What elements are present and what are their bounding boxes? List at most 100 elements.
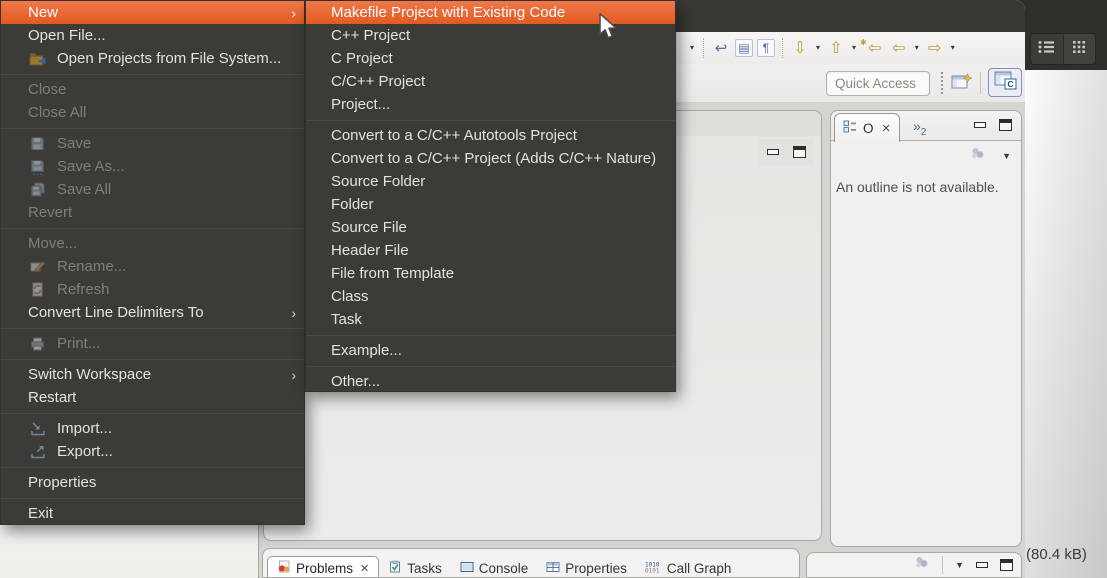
menu-item-exit[interactable]: Exit bbox=[1, 502, 304, 525]
menu-item-save-all[interactable]: Save All bbox=[1, 178, 304, 201]
menu-item-close-all[interactable]: Close All bbox=[1, 101, 304, 124]
maximize-icon[interactable] bbox=[1000, 559, 1013, 571]
menu-item-switch-workspace[interactable]: Switch Workspace › bbox=[1, 363, 304, 386]
submenu-item-c-cpp-project[interactable]: C/C++ Project bbox=[306, 70, 675, 93]
page-background bbox=[1025, 70, 1107, 578]
dropdown-caret-icon[interactable]: ▾ bbox=[686, 43, 698, 52]
menu-item-export[interactable]: Export... bbox=[1, 440, 304, 463]
submenu-item-project[interactable]: Project... bbox=[306, 93, 675, 116]
previous-annotation-icon[interactable]: ⇧ bbox=[826, 37, 846, 58]
cpp-perspective-button[interactable]: C bbox=[988, 68, 1022, 97]
svg-text:0101: 0101 bbox=[645, 568, 660, 574]
close-icon[interactable]: ✕ bbox=[882, 122, 891, 135]
menu-item-close[interactable]: Close bbox=[1, 78, 304, 101]
properties-icon bbox=[546, 561, 560, 576]
toolbar-drag-handle[interactable] bbox=[941, 72, 943, 94]
block-selection-icon[interactable]: ▤ bbox=[735, 39, 753, 57]
outline-icon bbox=[843, 120, 857, 136]
tasks-icon bbox=[388, 560, 402, 576]
export-icon bbox=[29, 444, 46, 460]
menu-item-new[interactable]: New › bbox=[1, 1, 304, 24]
menu-item-refresh[interactable]: Refresh bbox=[1, 278, 304, 301]
grid-view-button[interactable] bbox=[1063, 34, 1096, 64]
tab-label: Console bbox=[479, 561, 529, 576]
toolbar-separator bbox=[980, 72, 981, 94]
submenu-item-file-from-template[interactable]: File from Template bbox=[306, 262, 675, 285]
submenu-item-class[interactable]: Class bbox=[306, 285, 675, 308]
menu-separator bbox=[1, 498, 304, 499]
view-menu-icon[interactable]: ▼ bbox=[1002, 151, 1011, 161]
tab-problems[interactable]: Problems ✕ bbox=[267, 556, 379, 578]
menu-item-save[interactable]: Save bbox=[1, 132, 304, 155]
back-icon[interactable]: ⇦ bbox=[889, 37, 909, 58]
menu-item-import[interactable]: Import... bbox=[1, 417, 304, 440]
save-icon bbox=[29, 136, 46, 152]
tab-call-graph[interactable]: 10100101 Call Graph bbox=[636, 558, 741, 578]
more-views-indicator[interactable]: »2 bbox=[913, 118, 926, 138]
menu-item-save-as[interactable]: Save As... bbox=[1, 155, 304, 178]
submenu-item-convert-c-cpp[interactable]: Convert to a C/C++ Project (Adds C/C++ N… bbox=[306, 147, 675, 170]
forward-icon[interactable]: ⇨ bbox=[925, 37, 945, 58]
tab-properties[interactable]: Properties bbox=[537, 558, 636, 578]
word-wrap-icon[interactable]: ↩ bbox=[711, 37, 731, 58]
submenu-item-c-project[interactable]: C Project bbox=[306, 47, 675, 70]
submenu-item-folder[interactable]: Folder bbox=[306, 193, 675, 216]
menu-separator bbox=[1, 128, 304, 129]
maximize-icon[interactable] bbox=[793, 146, 806, 158]
quick-access-field[interactable]: Quick Access bbox=[826, 71, 930, 96]
list-view-button[interactable] bbox=[1031, 34, 1063, 64]
submenu-item-other[interactable]: Other... bbox=[306, 370, 675, 392]
open-perspective-icon bbox=[951, 79, 973, 96]
show-whitespace-icon[interactable]: ¶ bbox=[757, 39, 775, 57]
submenu-arrow-icon: › bbox=[291, 305, 296, 321]
minimize-icon[interactable] bbox=[976, 562, 988, 568]
open-perspective-button[interactable] bbox=[951, 73, 973, 97]
last-edit-location-icon[interactable]: ⇦ bbox=[865, 37, 885, 58]
menu-item-open-file[interactable]: Open File... bbox=[1, 24, 304, 47]
submenu-item-task[interactable]: Task bbox=[306, 308, 675, 331]
secondary-bottom-view: ▼ bbox=[806, 552, 1022, 578]
menu-item-restart[interactable]: Restart bbox=[1, 386, 304, 409]
screen: (80.4 kB) ▾ ↩ ▤ ¶ ⇩ ▾ ⇧ ▾ ✱ ⇦ ⇦ ▾ ⇨ ▾ bbox=[0, 0, 1107, 578]
tab-tasks[interactable]: Tasks bbox=[379, 557, 451, 578]
link-with-editor-icon[interactable] bbox=[969, 147, 986, 165]
menu-item-rename[interactable]: Rename... bbox=[1, 255, 304, 278]
minimize-icon[interactable] bbox=[974, 122, 986, 128]
submenu-item-header-file[interactable]: Header File bbox=[306, 239, 675, 262]
menu-separator bbox=[306, 366, 675, 367]
menu-item-open-projects[interactable]: Open Projects from File System... bbox=[1, 47, 304, 70]
menu-item-properties[interactable]: Properties bbox=[1, 471, 304, 494]
menu-item-revert[interactable]: Revert bbox=[1, 201, 304, 224]
tab-label: Problems bbox=[296, 561, 353, 576]
dropdown-caret-icon[interactable]: ▾ bbox=[911, 43, 923, 52]
dropdown-caret-icon[interactable]: ▾ bbox=[848, 43, 860, 52]
submenu-item-convert-autotools[interactable]: Convert to a C/C++ Autotools Project bbox=[306, 124, 675, 147]
submenu-item-source-folder[interactable]: Source Folder bbox=[306, 170, 675, 193]
close-icon[interactable]: ✕ bbox=[360, 562, 369, 575]
view-menu-icon[interactable]: ▼ bbox=[955, 560, 964, 570]
dropdown-caret-icon[interactable]: ▾ bbox=[947, 43, 959, 52]
bottom-tab-bar: Problems ✕ Tasks Console bbox=[263, 549, 799, 578]
outline-toolbar: ▼ bbox=[831, 141, 1021, 171]
maximize-icon[interactable] bbox=[999, 119, 1012, 131]
submenu-item-example[interactable]: Example... bbox=[306, 339, 675, 362]
link-with-editor-icon[interactable] bbox=[913, 556, 930, 574]
menu-item-move[interactable]: Move... bbox=[1, 232, 304, 255]
dropdown-caret-icon[interactable]: ▾ bbox=[812, 43, 824, 52]
next-annotation-icon[interactable]: ⇩ bbox=[790, 37, 810, 58]
menu-separator bbox=[306, 120, 675, 121]
menu-item-print[interactable]: Print... bbox=[1, 332, 304, 355]
attachment-size-caption: (80.4 kB) bbox=[1026, 546, 1087, 563]
refresh-icon bbox=[29, 282, 46, 298]
submenu-item-source-file[interactable]: Source File bbox=[306, 216, 675, 239]
menu-item-convert-line-delimiters[interactable]: Convert Line Delimiters To › bbox=[1, 301, 304, 324]
submenu-item-makefile-project[interactable]: Makefile Project with Existing Code bbox=[306, 1, 675, 24]
svg-text:C: C bbox=[1007, 79, 1013, 89]
view-toggle-group bbox=[1030, 33, 1096, 65]
minimize-icon[interactable] bbox=[767, 149, 779, 155]
folder-open-icon bbox=[29, 51, 46, 67]
tab-console[interactable]: Console bbox=[451, 558, 538, 578]
tab-outline[interactable]: O ✕ bbox=[834, 113, 900, 142]
submenu-item-cpp-project[interactable]: C++ Project bbox=[306, 24, 675, 47]
call-graph-icon: 10100101 bbox=[645, 561, 662, 576]
